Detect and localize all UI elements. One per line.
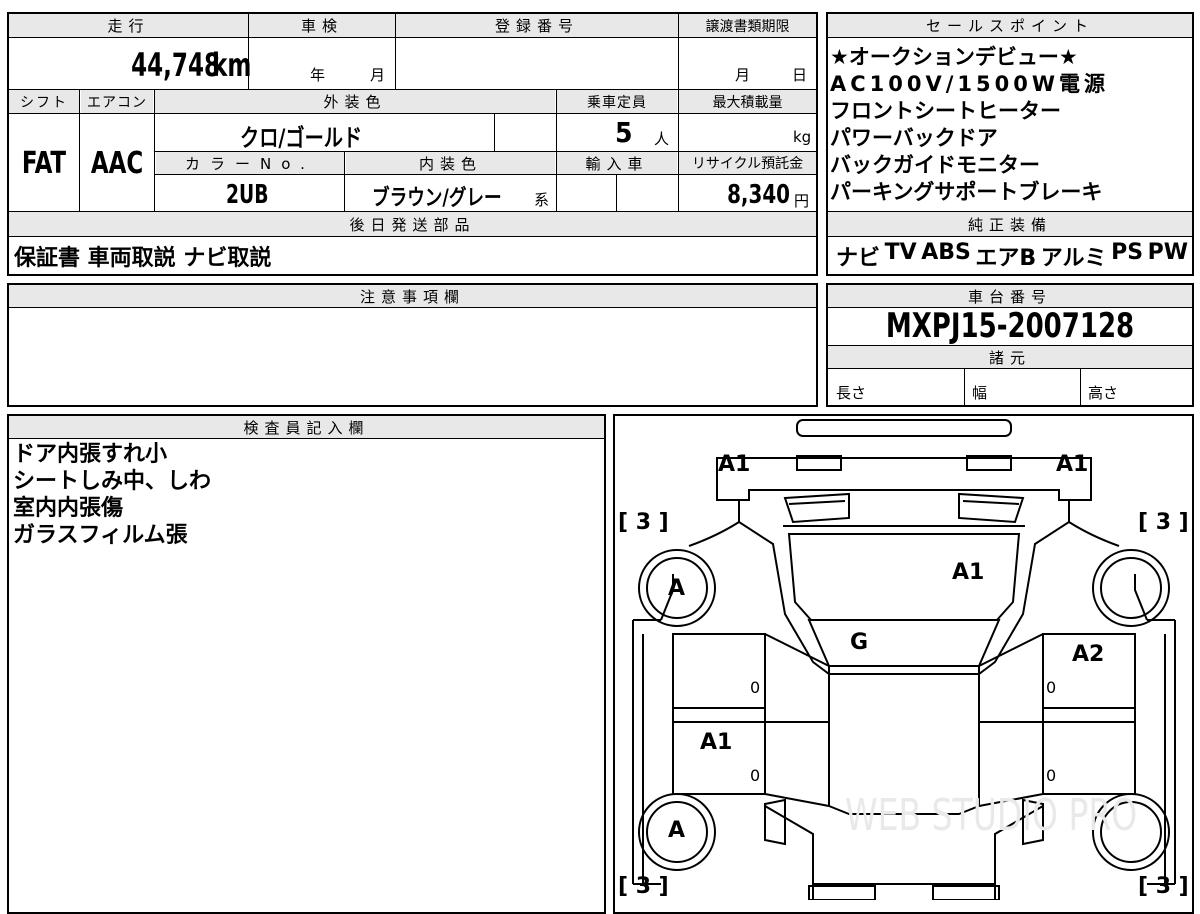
windshield <box>807 619 1001 667</box>
inspection-year-unit: 年 <box>310 66 326 84</box>
shift-value: FAT <box>21 146 67 181</box>
sales-point-line: AC100V/1500W電源 <box>830 72 1110 96</box>
mark-tire-front-left: [ 3 ] <box>618 874 669 899</box>
import-header: 輸入車 <box>557 152 677 174</box>
mileage-header: 走行 <box>9 14 248 37</box>
recycle-fee-value: 8,340 <box>727 180 790 210</box>
sales-point-line: パワーバックドア <box>830 126 998 150</box>
inspection-header: 車検 <box>249 14 395 37</box>
sales-point-line: フロントシートヒーター <box>830 99 1061 123</box>
watermark: WEB STUDIO PRO <box>845 790 1138 841</box>
aircon-header: エアコン <box>81 90 153 113</box>
roof-panel <box>787 533 1021 621</box>
genuine-equipment-header: 純正装備 <box>828 212 1192 236</box>
mileage-value: 44,748 <box>124 46 220 84</box>
spec-length-label: 長さ <box>836 384 867 402</box>
equipment-item: PW <box>1147 240 1188 265</box>
interior-color-suffix: 系 <box>534 191 550 209</box>
mark-door-right: A2 <box>1072 642 1105 667</box>
mark-zero: 0 <box>750 766 761 785</box>
inspector-note-line: 室内内張傷 <box>13 496 124 521</box>
equipment-item: ナビ <box>836 246 881 271</box>
later-parts-header: 後日発送部品 <box>9 212 816 236</box>
mark-door-left: A1 <box>700 730 733 755</box>
inspection-month-unit: 月 <box>370 66 386 84</box>
chassis-header: 車台番号 <box>828 285 1192 307</box>
genuine-equipment-list: ナビ TV ABS エアB アルミ PS PW <box>836 240 1188 272</box>
exterior-color-value: クロ/ゴールド <box>240 124 363 152</box>
recycle-fee-unit: 円 <box>794 192 810 210</box>
mark-wheel-rear-left: A <box>668 576 686 601</box>
inspector-note-line: シートしみ中、しわ <box>13 469 212 494</box>
equipment-item: TV <box>884 240 917 265</box>
later-parts-value: 保証書 車両取説 ナビ取説 <box>14 246 272 271</box>
mark-tire-front-right: [ 3 ] <box>1138 874 1189 899</box>
sales-point-line: パーキングサポートブレーキ <box>830 180 1103 204</box>
color-no-value: 2UB <box>226 180 269 210</box>
inspector-note-line: ドア内張すれ小 <box>13 442 168 467</box>
mark-roof: A1 <box>952 560 985 585</box>
mark-tire-rear-right: [ 3 ] <box>1138 510 1189 535</box>
sales-points-list: ★オークションデビュー★ AC100V/1500W電源 フロントシートヒーター … <box>830 44 1192 206</box>
equipment-item: ABS <box>921 240 971 265</box>
color-no-header: カラーNo. <box>156 152 344 174</box>
inspector-notes: ドア内張すれ小 シートしみ中、しわ 室内内張傷 ガラスフィルム張 <box>13 441 211 549</box>
mark-zero: 0 <box>1046 678 1057 697</box>
exterior-color-header: 外装色 <box>155 90 555 113</box>
transfer-deadline-header: 譲渡書類期限 <box>679 14 816 37</box>
interior-color-header: 内装色 <box>346 152 555 174</box>
mark-zero: 0 <box>750 678 761 697</box>
capacity-unit: 人 <box>654 130 670 148</box>
interior-color-value: ブラウン/グレー <box>372 186 502 211</box>
mark-tire-rear-left: [ 3 ] <box>618 510 669 535</box>
rear-outline <box>716 457 1092 501</box>
inspector-note-line: ガラスフィルム張 <box>13 523 188 548</box>
mileage-unit: km <box>212 46 252 84</box>
specs-header: 諸元 <box>828 346 1192 368</box>
rear-spoiler <box>796 419 1012 437</box>
spec-width-label: 幅 <box>972 384 988 402</box>
capacity-header: 乗車定員 <box>557 90 677 113</box>
chassis-number: MXPJ15-2007128 <box>885 306 1135 346</box>
aircon-value: AAC <box>90 146 144 181</box>
inspector-header: 検査員記入欄 <box>9 416 604 438</box>
equipment-item: アルミ <box>1040 246 1107 271</box>
equipment-item: エアB <box>975 246 1037 271</box>
mark-rear-right: A1 <box>1056 452 1089 477</box>
mark-rear-left: A1 <box>718 452 751 477</box>
equipment-item: PS <box>1111 240 1144 265</box>
shift-header: シフト <box>9 90 79 113</box>
mark-zero: 0 <box>1046 766 1057 785</box>
sales-points-header: セールスポイント <box>828 14 1192 37</box>
max-load-header: 最大積載量 <box>679 90 816 113</box>
transfer-day-unit: 日 <box>792 66 808 84</box>
transfer-month-unit: 月 <box>735 66 751 84</box>
mark-wheel-front-left: A <box>668 818 686 843</box>
sales-point-line: バックガイドモニター <box>830 153 1040 177</box>
mileage-number: 44,748 <box>131 46 220 84</box>
spec-height-label: 高さ <box>1088 384 1119 402</box>
recycle-header: リサイクル預託金 <box>679 152 816 174</box>
registration-header: 登録番号 <box>396 14 678 37</box>
max-load-unit: kg <box>793 128 812 146</box>
notes-header: 注意事項欄 <box>9 285 816 307</box>
mark-glass: G <box>850 630 869 655</box>
capacity-value: 5 <box>615 116 633 149</box>
sales-point-line: ★オークションデビュー★ <box>830 45 1078 69</box>
wheel-rear-right <box>1092 549 1170 627</box>
